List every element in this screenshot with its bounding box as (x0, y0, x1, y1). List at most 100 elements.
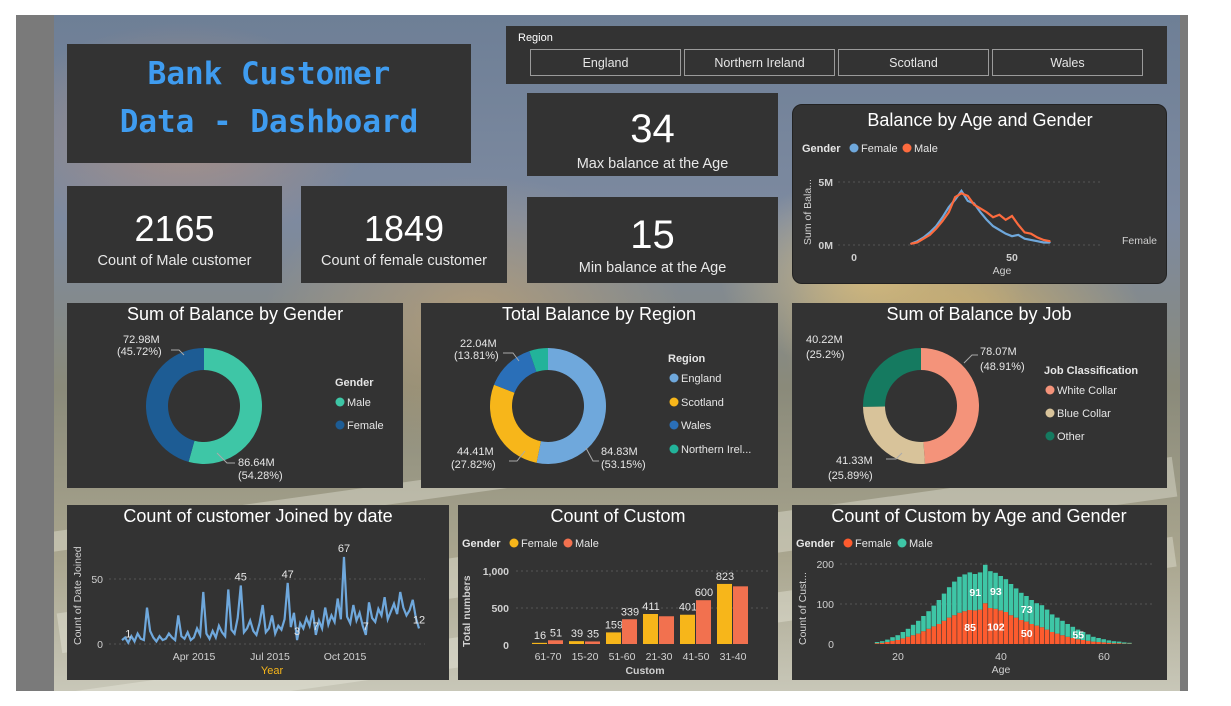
legend-label-england: England (681, 373, 721, 385)
bar-female-15-20 (569, 641, 584, 644)
line-point-female (966, 200, 969, 202)
bar-female-age-48 (1039, 627, 1045, 644)
region-option-wales[interactable]: Wales (992, 49, 1143, 76)
line-point-female (1017, 234, 1020, 236)
data-label-other-pct: (25.2%) (806, 349, 845, 361)
region-option-scotland[interactable]: Scotland (838, 49, 989, 76)
bar-male-age-31 (952, 581, 957, 616)
chart-count-custom[interactable]: Count of Custom Gender Female Male Total… (458, 505, 778, 680)
line-point-female (979, 211, 982, 214)
line-point-female (985, 219, 988, 221)
bar-male-age-32 (957, 576, 962, 613)
bar-male-age-48 (1039, 605, 1045, 628)
region-option-northern-ireland[interactable]: Northern Ireland (684, 49, 835, 76)
data-label: 3 (294, 626, 300, 638)
legend-label-wales: Wales (681, 420, 712, 432)
bar-female-61-70 (532, 642, 547, 644)
data-label-england-value: 84.83M (601, 446, 638, 458)
line-point-female (1004, 232, 1007, 235)
line-point-male (966, 195, 969, 197)
legend-marker-female (849, 143, 859, 153)
kpi-female-card: 1849 Count of female customer (301, 186, 507, 283)
y-tick-1000: 1,000 (483, 566, 509, 578)
data-label: 16 (534, 630, 546, 642)
line-point-male (1030, 232, 1032, 235)
bar-male-age-37 (982, 564, 988, 604)
legend-label-male: Male (914, 143, 938, 155)
bar-male-age-47 (1034, 603, 1040, 626)
bar-female-age-60 (1101, 642, 1106, 644)
bar-male-age-27 (931, 605, 937, 627)
bar-male-51-60 (622, 619, 637, 644)
legend-marker-male (335, 397, 345, 407)
line-point-female (1011, 235, 1013, 237)
bar-female-age-32 (957, 612, 962, 644)
line-point-female (960, 190, 963, 192)
kpi-female-label: Count of female customer (320, 253, 488, 269)
legend-marker-blue-collar (1045, 408, 1055, 418)
bar-series-group: 16 51 61-70 39 35 15-20 159339 51-60 411 21-30 401… (516, 570, 768, 663)
legend-label-female: Female (521, 538, 558, 550)
bar-male-age-26 (926, 611, 931, 629)
legend-marker-female (843, 538, 853, 548)
legend-marker-male (897, 538, 907, 548)
data-label: 159 (605, 619, 623, 631)
data-label-england-pct: (53.15%) (601, 459, 646, 471)
x-axis-label: Custom (625, 665, 664, 677)
chart-balance-by-age-gender-svg: Balance by Age and Gender Gender Female … (802, 110, 1157, 277)
legend-label-female: Female (861, 143, 898, 155)
line-point-female (1030, 239, 1032, 241)
region-slicer: Region England Northern Ireland Scotland… (506, 26, 1167, 84)
bar-female-age-61 (1106, 642, 1112, 644)
chart-sum-balance-job[interactable]: Sum of Balance by Job Job Classification… (792, 303, 1167, 488)
bar-male-age-62 (1111, 641, 1117, 644)
legend-marker-female (335, 420, 345, 430)
y-axis-label: Count of Cust... (797, 572, 809, 645)
bar-male-age-19 (890, 637, 895, 641)
line-point-male (960, 192, 963, 195)
y-tick-0: 0 (97, 639, 103, 651)
bar-female-age-63 (1116, 643, 1122, 644)
legend-marker-male (563, 538, 573, 548)
line-point-male (1004, 219, 1007, 221)
y-tick-100: 100 (816, 599, 834, 611)
bar-female-age-29 (941, 620, 947, 644)
chart-balance-by-age-gender[interactable]: Balance by Age and Gender Gender Female … (792, 104, 1167, 284)
chart-joined-by-date-svg: Count of customer Joined by date Count o… (72, 506, 425, 677)
bar-female-age-52 (1060, 635, 1065, 644)
y-tick-0m: 0M (818, 240, 833, 252)
bar-female-21-30 (643, 613, 658, 644)
x-tick-40: 40 (995, 651, 1007, 663)
x-tick-60: 60 (1098, 651, 1110, 663)
bar-female-age-17 (879, 642, 885, 644)
line-point-male (1023, 231, 1026, 234)
bar-series-group: 91 93 73 55 85 102 50 (840, 563, 1152, 644)
region-option-england[interactable]: England (530, 49, 681, 76)
data-label: 102 (987, 621, 1005, 633)
legend-marker-england (669, 373, 679, 383)
line-point-male (916, 241, 918, 244)
bar-male-age-43 (1013, 588, 1019, 618)
x-axis-label: Year (261, 665, 284, 677)
data-label: 50 (1021, 628, 1033, 640)
kpi-min-value: 15 (630, 213, 675, 257)
chart-joined-by-date[interactable]: Count of customer Joined by date Count o… (67, 505, 449, 680)
chart-count-custom-age-gender[interactable]: Count of Custom by Age and Gender Gender… (792, 505, 1167, 680)
line-series-joined (121, 556, 421, 646)
data-label: 73 (1021, 604, 1033, 616)
line-point-male (992, 216, 994, 219)
data-label-female-value: 72.98M (123, 334, 160, 346)
chart-title: Balance by Age and Gender (867, 110, 1092, 130)
bar-male-age-64 (1122, 642, 1127, 644)
legend-title: Job Classification (1044, 365, 1138, 377)
chart-sum-balance-gender[interactable]: Sum of Balance by Gender Gender Male Fem… (67, 303, 403, 488)
bar-male-age-30 (946, 587, 952, 618)
y-tick-500: 500 (491, 603, 509, 615)
bar-female-31-40 (717, 583, 732, 644)
bar-female-41-50 (680, 614, 695, 644)
bar-female-age-19 (890, 640, 895, 644)
x-tick-oct-2015: Oct 2015 (324, 651, 367, 663)
donut-slice-other (863, 348, 921, 407)
data-label-blue-collar-value: 41.33M (836, 455, 873, 467)
chart-total-balance-region[interactable]: Total Balance by Region Region England S… (421, 303, 778, 488)
